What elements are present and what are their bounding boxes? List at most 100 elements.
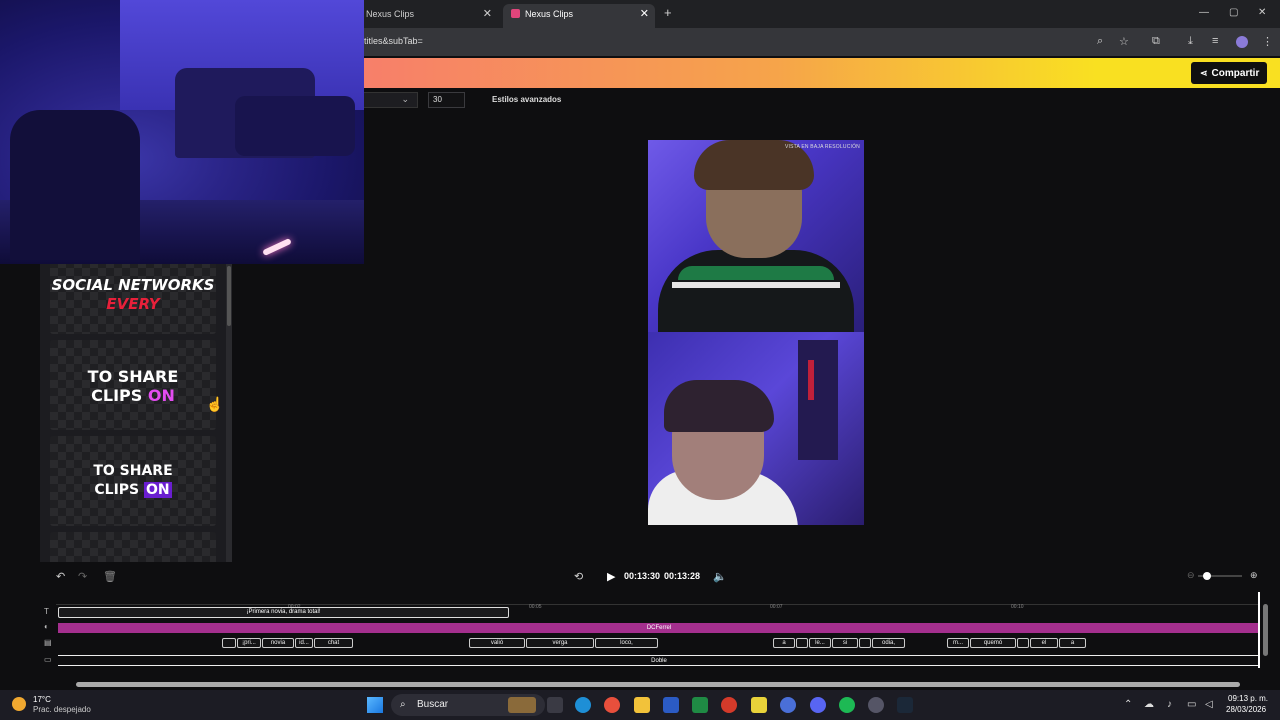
clock-date[interactable]: 28/03/2026 xyxy=(1226,705,1266,714)
new-tab-button[interactable]: + xyxy=(664,5,672,20)
subtitle-word-clip[interactable]: quemó xyxy=(970,638,1016,648)
title-track-icon: T xyxy=(44,607,49,616)
card-word: CLIPS xyxy=(94,482,144,498)
timeline-horizontal-scrollbar[interactable] xyxy=(58,680,1270,688)
bookmark-star-icon[interactable]: ☆ xyxy=(1119,35,1129,48)
card-highlight-word: ON xyxy=(144,482,172,498)
subtitle-word-clip[interactable]: id... xyxy=(295,638,313,648)
subtitle-style-card[interactable]: TO SHARE CLIPS ON xyxy=(50,340,216,430)
share-label: Compartir xyxy=(1211,68,1260,79)
person-1-shirt-stripe xyxy=(672,282,840,288)
subtitle-word-clip[interactable]: m... xyxy=(947,638,969,648)
minimize-button[interactable]: — xyxy=(1199,7,1209,18)
tab-nexus-clips-2[interactable]: Nexus Clips ✕ xyxy=(503,4,655,28)
close-icon[interactable]: ✕ xyxy=(483,4,492,24)
subtitle-track-icon: ▤ xyxy=(44,638,52,647)
person-1-shirt xyxy=(658,250,854,332)
steam-icon[interactable] xyxy=(897,697,913,713)
card-line-2: CLIPS ON xyxy=(50,481,216,500)
volume-icon[interactable]: 🔈 xyxy=(713,570,727,583)
video-track-icon: ▭ xyxy=(44,655,52,664)
playhead[interactable] xyxy=(1258,592,1260,668)
style-clip[interactable]: DCFerrel xyxy=(58,623,1260,633)
close-icon[interactable]: ✕ xyxy=(640,4,649,24)
chevron-up-icon[interactable]: ⌃ xyxy=(1124,699,1132,710)
subtitle-style-panel: SOCIAL NETWORKS EVERY TO SHARE CLIPS ON … xyxy=(40,264,232,562)
subtitle-word-clip[interactable]: verga xyxy=(526,638,594,648)
excel-icon[interactable] xyxy=(692,697,708,713)
subtitle-word-clip[interactable] xyxy=(1017,638,1029,648)
download-icon[interactable]: ⤓ xyxy=(1188,35,1193,48)
tab-nexus-clips-1[interactable]: Nexus Clips ✕ xyxy=(358,4,498,28)
file-explorer-icon[interactable] xyxy=(634,697,650,713)
menu-icon[interactable]: ⋮ xyxy=(1262,35,1273,48)
advanced-styles-button[interactable]: Estilos avanzados xyxy=(486,92,566,108)
discord-icon[interactable] xyxy=(810,697,826,713)
maximize-button[interactable]: ▢ xyxy=(1229,7,1238,18)
windows-start-icon[interactable] xyxy=(367,697,383,713)
undo-icon[interactable]: ↶ xyxy=(56,570,65,583)
subtitle-word-clip[interactable]: odia, xyxy=(872,638,905,648)
network-icon[interactable]: ▭ xyxy=(1187,699,1196,710)
subtitle-style-card[interactable]: TO SHARE CLIPS ON xyxy=(50,436,216,526)
video-clip[interactable]: Doble xyxy=(58,655,1260,666)
subtitle-word-clip[interactable]: a xyxy=(1059,638,1086,648)
close-window-button[interactable]: ✕ xyxy=(1258,7,1266,18)
restart-icon[interactable]: ⟲ xyxy=(574,570,583,583)
play-icon[interactable]: ▶ xyxy=(607,570,615,583)
timeline-ruler[interactable] xyxy=(56,593,1260,605)
zoom-slider-thumb[interactable] xyxy=(1202,572,1211,580)
edge-icon[interactable] xyxy=(575,697,591,713)
scene-door xyxy=(798,340,838,460)
word-icon[interactable] xyxy=(663,697,679,713)
subtitle-style-card[interactable]: SOCIAL NETWORKS EVERY xyxy=(50,264,216,334)
chrome-profile-icon[interactable] xyxy=(780,697,796,713)
notes-app-icon[interactable] xyxy=(751,697,767,713)
obs-icon[interactable] xyxy=(868,697,884,713)
subtitle-word-clip[interactable]: si xyxy=(832,638,858,648)
redo-icon[interactable]: ↷ xyxy=(78,570,87,583)
subtitle-word-clip[interactable]: ¡pri... xyxy=(237,638,261,648)
scrollbar-thumb[interactable] xyxy=(227,266,231,326)
delete-icon[interactable]: 🗑 xyxy=(103,570,117,583)
subtitle-word-clip[interactable] xyxy=(796,638,808,648)
webcam-sofa-arm xyxy=(235,96,355,156)
subtitle-word-clip[interactable]: novia xyxy=(262,638,294,648)
subtitle-word-clip[interactable]: chat xyxy=(314,638,353,648)
subtitle-word-clip[interactable]: le... xyxy=(809,638,831,648)
subtitle-word-clip[interactable] xyxy=(859,638,871,648)
cloud-icon[interactable]: ☁ xyxy=(1144,699,1154,710)
widget-thumbnail-icon[interactable] xyxy=(508,697,536,713)
scrollbar-thumb[interactable] xyxy=(1263,604,1268,656)
zoom-icon[interactable]: ⌕ xyxy=(1097,35,1103,48)
subtitle-word-clip[interactable]: valió xyxy=(469,638,525,648)
timeline-vertical-scrollbar[interactable] xyxy=(1262,596,1270,676)
clock-time[interactable]: 09:13 p. m. xyxy=(1228,694,1268,703)
microphone-icon[interactable]: ♪ xyxy=(1167,699,1172,710)
chrome-icon[interactable] xyxy=(604,697,620,713)
subtitle-word-clip[interactable]: el xyxy=(1030,638,1058,648)
subtitle-word-clip[interactable] xyxy=(222,638,236,648)
media-control-icon[interactable]: ≡ xyxy=(1212,35,1218,47)
subtitle-word-clip[interactable]: loco, xyxy=(595,638,658,648)
video-preview[interactable]: VISTA EN BAJA RESOLUCIÓN xyxy=(648,140,864,525)
profile-avatar[interactable] xyxy=(1236,36,1248,48)
task-view-icon[interactable] xyxy=(547,697,563,713)
title-clip[interactable]: ¡Primera novia, drama total! xyxy=(58,607,509,618)
zoom-in-icon[interactable]: ⊕ xyxy=(1250,570,1258,581)
volume-icon[interactable]: ◁ xyxy=(1205,699,1213,710)
font-select[interactable]: ⌄ xyxy=(364,92,418,108)
zoom-out-icon[interactable]: ⊖ xyxy=(1187,570,1195,581)
font-size-input[interactable]: 30 xyxy=(428,92,465,108)
pdf-reader-icon[interactable] xyxy=(721,697,737,713)
card-line-1: TO SHARE xyxy=(93,463,173,479)
subtitle-style-card[interactable] xyxy=(50,532,216,562)
share-button[interactable]: ⋖ Compartir xyxy=(1191,62,1267,84)
url-text[interactable]: titles&subTab= xyxy=(364,36,423,46)
extensions-icon[interactable]: ⧉ xyxy=(1152,35,1160,48)
panel-scrollbar[interactable] xyxy=(226,264,232,562)
weather-icon[interactable] xyxy=(12,697,26,711)
scrollbar-thumb[interactable] xyxy=(76,682,1240,687)
subtitle-word-clip[interactable]: a xyxy=(773,638,795,648)
spotify-icon[interactable] xyxy=(839,697,855,713)
